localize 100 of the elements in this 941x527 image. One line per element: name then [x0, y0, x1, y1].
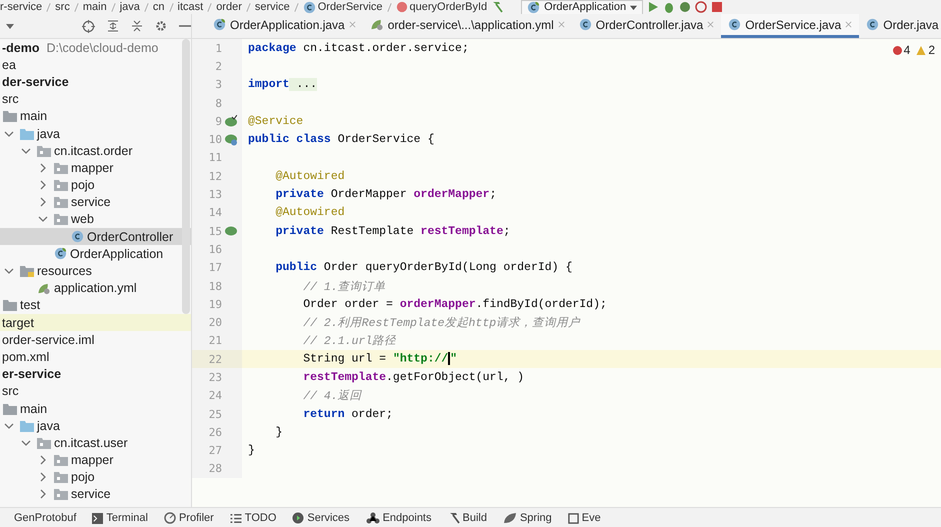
tree-item[interactable]: service: [0, 194, 191, 211]
separator-icon: [294, 2, 299, 12]
tool-window-button[interactable]: Eve: [562, 512, 607, 524]
package-icon: [54, 179, 68, 192]
breadcrumb-item[interactable]: service: [254, 1, 290, 13]
package-icon: [54, 454, 68, 466]
breadcrumb-item[interactable]: cn: [152, 1, 164, 13]
tree-item[interactable]: pojo: [0, 468, 191, 486]
bean-icon[interactable]: [225, 115, 237, 128]
scrollbar-thumb[interactable]: [182, 39, 190, 314]
warning-count[interactable]: 2: [916, 43, 935, 57]
tree-item[interactable]: service: [0, 486, 191, 504]
tree-item[interactable]: src: [0, 382, 191, 400]
breadcrumb-item[interactable]: java: [120, 1, 140, 13]
run-config-selector[interactable]: OrderApplication: [521, 0, 644, 14]
tool-window-button[interactable]: Services: [286, 512, 356, 524]
code-line: @Service: [247, 114, 304, 128]
leaf-icon: [502, 512, 517, 524]
code-line: }: [247, 444, 255, 458]
separator-icon: [386, 2, 392, 12]
tree-item[interactable]: order-service.iml: [0, 331, 191, 348]
line-number: 19: [208, 298, 222, 311]
editor-tab[interactable]: order-service\...\application.yml: [362, 14, 572, 38]
breadcrumb-item[interactable]: itcast: [178, 1, 204, 13]
tree-item[interactable]: java: [0, 417, 191, 434]
separator-icon: [144, 2, 149, 12]
editor-tab[interactable]: Order.java: [859, 14, 941, 38]
line-number: 1: [214, 42, 222, 55]
code-line: return order;: [302, 408, 393, 421]
close-icon[interactable]: [845, 21, 852, 28]
folder-icon: [3, 402, 17, 415]
tree-item[interactable]: mapper: [0, 159, 191, 176]
tool-window-button[interactable]: Endpoints: [360, 512, 438, 524]
tree-item[interactable]: ea: [0, 56, 191, 74]
tree-item[interactable]: src: [0, 90, 191, 108]
folder-icon: [3, 110, 17, 122]
dropdown-icon[interactable]: [6, 22, 14, 30]
tree-item[interactable]: target: [0, 314, 191, 332]
tree-item[interactable]: pojo: [0, 176, 191, 194]
package-icon: [54, 471, 68, 484]
tree-item[interactable]: web: [0, 210, 191, 228]
tree-item[interactable]: main: [0, 108, 191, 125]
services-icon: [292, 512, 304, 524]
error-count[interactable]: 4: [892, 43, 910, 57]
tree-item[interactable]: test: [0, 296, 191, 314]
tree-item[interactable]: der-service: [0, 73, 191, 91]
breadcrumb-item[interactable]: r-service: [0, 1, 42, 13]
separator-icon: [246, 2, 251, 12]
editor-tab[interactable]: OrderService.java: [721, 14, 860, 38]
editor-tab[interactable]: OrderController.java: [572, 14, 722, 38]
breadcrumb-item[interactable]: queryOrderById: [396, 1, 488, 13]
dropdown-icon[interactable]: [630, 4, 638, 10]
package-icon: [37, 144, 51, 157]
tool-window-button[interactable]: GenProtobuf: [8, 512, 82, 524]
tool-window-button[interactable]: Profiler: [158, 512, 220, 524]
locate-icon[interactable]: [82, 20, 95, 32]
line-number: 2: [214, 60, 222, 73]
code-line: @Autowired: [274, 206, 345, 220]
tree-item[interactable]: pom.xml: [0, 348, 191, 366]
line-number: 26: [208, 426, 222, 439]
tree-item[interactable]: OrderApplication: [0, 245, 191, 262]
editor-tab[interactable]: OrderApplication.java: [206, 14, 363, 38]
breadcrumb-item[interactable]: main: [82, 1, 107, 13]
tree-item[interactable]: cn.itcast.order: [0, 142, 191, 160]
settings-icon[interactable]: [155, 20, 167, 32]
expand-all-icon[interactable]: [107, 20, 119, 32]
breadcrumb-item[interactable]: src: [55, 1, 70, 13]
tool-window-button[interactable]: Spring: [496, 512, 558, 524]
tree-item[interactable]: er-service: [0, 366, 191, 383]
tool-window-button[interactable]: TODO: [224, 512, 282, 524]
tree-item[interactable]: java: [0, 124, 191, 142]
code-line: public Order queryOrderById(Long orderId) {: [274, 261, 572, 274]
collapse-all-icon[interactable]: [131, 20, 143, 32]
tree-item[interactable]: application.yml: [0, 280, 191, 297]
error-icon: [892, 46, 902, 54]
warning-icon: [916, 46, 926, 54]
separator-icon: [110, 2, 116, 12]
tree-item[interactable]: main: [0, 400, 191, 418]
run-icon[interactable]: [647, 1, 660, 13]
breadcrumb-item[interactable]: order: [216, 1, 242, 13]
tool-window-button[interactable]: Terminal: [86, 512, 154, 524]
stop-icon[interactable]: [711, 1, 724, 13]
endpoints-icon: [366, 512, 380, 524]
code-line: // 4.返回: [302, 388, 362, 404]
code-line: // 2.利用RestTemplate发起http请求，查询用户: [302, 315, 580, 330]
tool-window-button[interactable]: Build: [442, 512, 493, 524]
class-icon: [302, 0, 316, 14]
hammer-icon[interactable]: [491, 1, 504, 13]
tree-item[interactable]: mapper: [0, 452, 191, 469]
tree-item[interactable]: resources: [0, 262, 191, 280]
separator-icon: [168, 2, 174, 12]
line-number: 8: [214, 96, 222, 110]
tree-item[interactable]: OrderController: [0, 228, 191, 246]
breadcrumb-item[interactable]: OrderService: [302, 0, 383, 14]
separator-icon: [46, 2, 52, 12]
tree-item[interactable]: cn.itcast.user: [0, 434, 191, 452]
line-number: 27: [208, 444, 222, 458]
line-number: 10: [208, 133, 222, 146]
tree-item[interactable]: -demo D:\code\cloud-demo: [0, 39, 191, 56]
spring-class-icon: [54, 247, 67, 260]
